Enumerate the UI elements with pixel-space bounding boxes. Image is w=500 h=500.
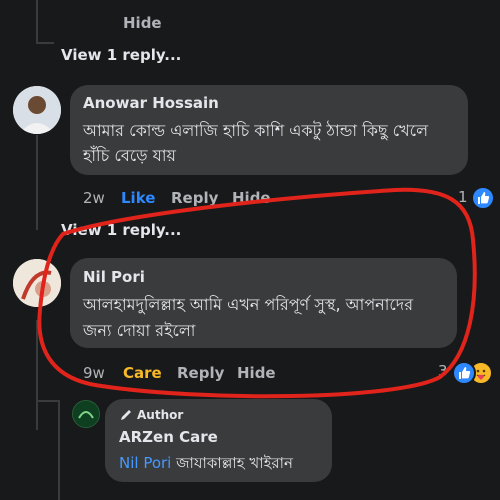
reply-text: Nil Pori জাযাকাল্লাহ খাইরান <box>119 452 293 477</box>
hide-button[interactable]: Hide <box>232 189 271 207</box>
reaction-count[interactable]: 3 <box>438 362 448 380</box>
reaction-count[interactable]: 1 <box>458 188 468 206</box>
comment-text: হাঁচি বেড়ে যায় <box>83 146 176 165</box>
hide-link[interactable]: Hide <box>123 14 162 32</box>
thread-line <box>58 400 60 500</box>
comment-bubble: Anowar Hossain আমার কোল্ড এলাজি হাচি কাশ… <box>70 85 468 175</box>
comment-author[interactable]: Nil Pori <box>83 268 145 286</box>
view-replies-link[interactable]: View 1 reply... <box>61 221 181 239</box>
avatar[interactable] <box>72 400 100 428</box>
view-replies-link[interactable]: View 1 reply... <box>61 46 181 64</box>
reply-author[interactable]: ARZen Care <box>119 428 218 446</box>
thread-line <box>36 135 38 230</box>
avatar[interactable] <box>13 86 61 134</box>
reply-button[interactable]: Reply <box>177 364 224 382</box>
thread-line <box>36 320 38 430</box>
avatar[interactable] <box>13 259 61 307</box>
pen-icon <box>121 410 131 420</box>
like-reaction-icon <box>452 361 476 385</box>
mention-link[interactable]: Nil Pori <box>119 454 171 472</box>
author-badge-label: Author <box>137 408 184 422</box>
thread-line <box>36 42 54 44</box>
reply-button[interactable]: Reply <box>171 189 218 207</box>
reply-bubble: Author ARZen Care Nil Pori জাযাকাল্লাহ খ… <box>105 399 332 482</box>
reply-text-body: জাযাকাল্লাহ খাইরান <box>171 454 293 472</box>
thread-line <box>36 400 60 402</box>
comment-time[interactable]: 2w <box>83 189 105 207</box>
hide-button[interactable]: Hide <box>237 364 276 382</box>
comment-text: আলহামদুলিল্লাহ আমি এখন পরিপূর্ণ সুস্থ, আ… <box>83 295 414 314</box>
comment-text: আমার কোল্ড এলাজি হাচি কাশি একটু ঠান্ডা ক… <box>83 121 429 140</box>
author-badge: Author <box>119 408 183 422</box>
thread-line <box>36 0 38 44</box>
comment-text: জন্য দোয়া রইলো <box>83 321 196 340</box>
care-button[interactable]: Care <box>123 364 162 382</box>
comment-author[interactable]: Anowar Hossain <box>83 94 219 112</box>
comment-bubble: Nil Pori আলহামদুলিল্লাহ আমি এখন পরিপূর্ণ… <box>70 258 457 348</box>
like-reaction-icon <box>471 186 495 210</box>
like-button[interactable]: Like <box>121 189 155 207</box>
comment-time[interactable]: 9w <box>83 364 105 382</box>
